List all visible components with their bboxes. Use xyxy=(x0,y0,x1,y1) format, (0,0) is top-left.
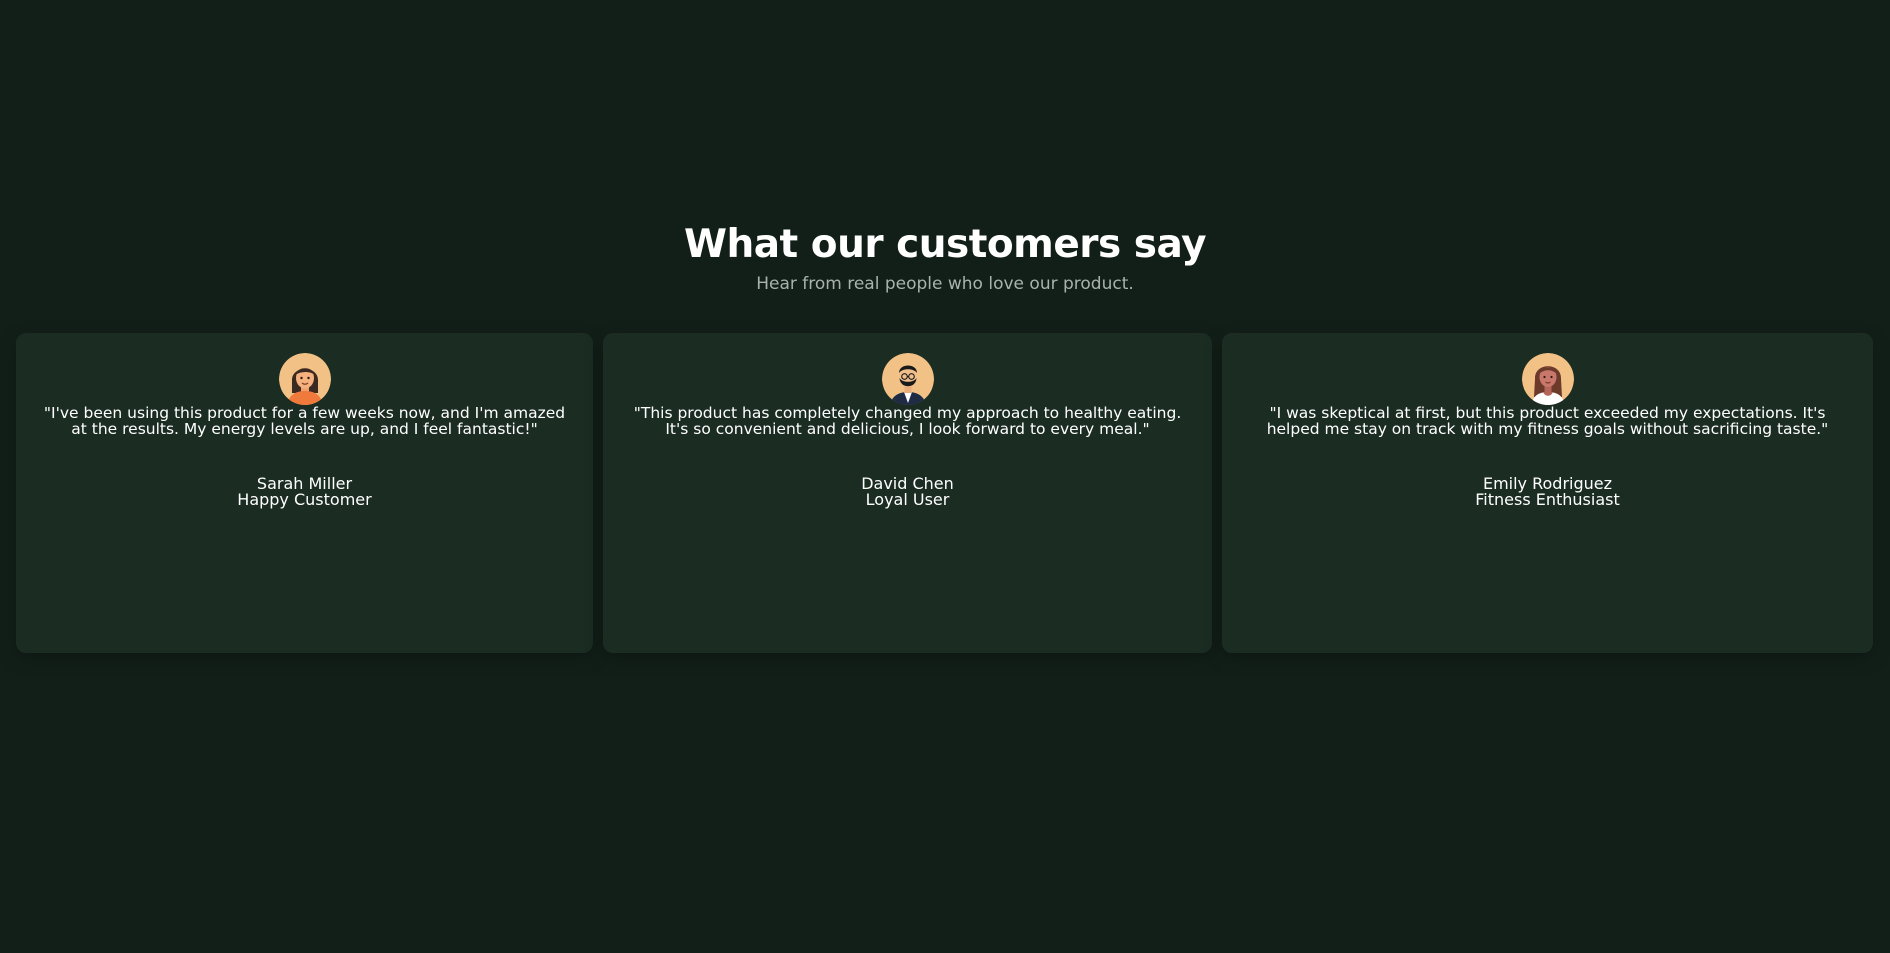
bearded-man-avatar-icon xyxy=(881,353,934,405)
woman-long-hair-avatar-icon xyxy=(1521,353,1574,405)
author-role: Happy Customer xyxy=(237,490,372,509)
testimonial-quote: "This product has completely changed my … xyxy=(633,404,1182,438)
testimonial-author: David Chen Loyal User xyxy=(603,476,1212,508)
woman-avatar-icon xyxy=(278,353,331,405)
author-role: Fitness Enthusiast xyxy=(1475,490,1620,509)
testimonial-card: "I was skeptical at first, but this prod… xyxy=(1222,333,1873,653)
testimonial-card: "I've been using this product for a few … xyxy=(16,333,593,653)
testimonial-author: Emily Rodriguez Fitness Enthusiast xyxy=(1222,476,1873,508)
testimonial-card: "This product has completely changed my … xyxy=(603,333,1212,653)
testimonial-quote: "I was skeptical at first, but this prod… xyxy=(1266,404,1829,438)
testimonials-page: What our customers say Hear from real pe… xyxy=(0,0,1890,953)
section-title: What our customers say xyxy=(683,222,1207,267)
testimonial-quote: "I've been using this product for a few … xyxy=(43,404,566,438)
author-role: Loyal User xyxy=(865,490,950,509)
testimonial-author: Sarah Miller Happy Customer xyxy=(16,476,593,508)
section-subtitle: Hear from real people who love our produ… xyxy=(756,274,1134,294)
